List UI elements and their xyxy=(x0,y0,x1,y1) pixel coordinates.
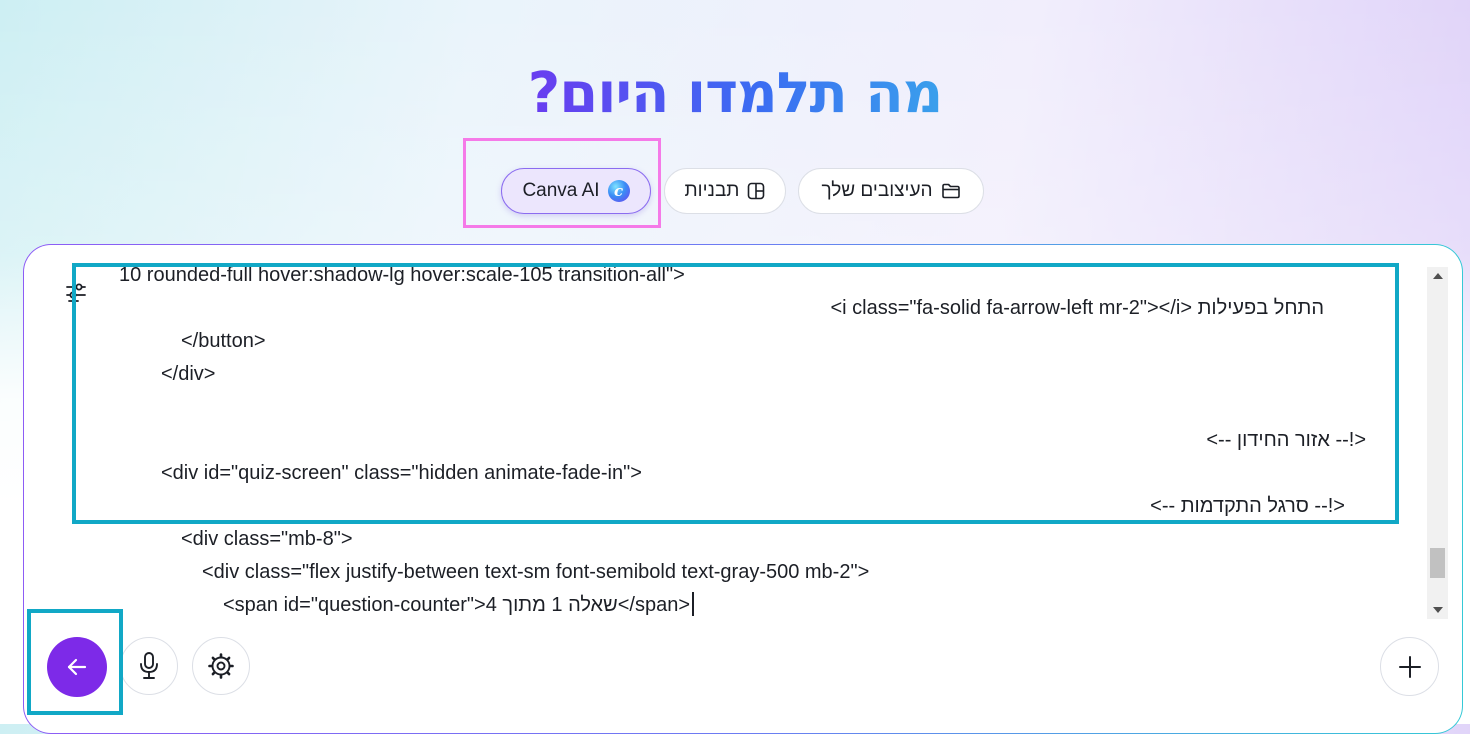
code-line: <!-- אזור החידון --> xyxy=(1206,429,1366,451)
scrollbar-thumb[interactable] xyxy=(1430,548,1445,579)
code-line: <!-- סרגל התקדמות --> xyxy=(1150,495,1345,517)
page-title-text: מה תלמדו היום? xyxy=(527,61,943,126)
code-line: התחל בפעילות <i class="fa-solid fa-arrow… xyxy=(830,297,1324,319)
tab-templates[interactable]: תבניות xyxy=(664,168,786,214)
gear-icon xyxy=(208,653,234,679)
prompt-text-area[interactable]: 10 rounded-full hover:shadow-lg hover:sc… xyxy=(24,245,1462,625)
text-caret xyxy=(692,592,694,616)
send-button[interactable] xyxy=(47,637,107,697)
arrow-left-icon xyxy=(67,658,87,676)
page-title: מה תלמדו היום? xyxy=(0,58,1470,130)
prompt-composer: 10 rounded-full hover:shadow-lg hover:sc… xyxy=(23,244,1463,734)
code-line: <div class="flex justify-between text-sm… xyxy=(202,561,870,583)
folder-icon xyxy=(941,183,960,199)
canva-ai-icon: c xyxy=(607,180,630,202)
microphone-icon xyxy=(140,652,158,679)
tab-your-designs-label: העיצובים שלך xyxy=(821,180,933,201)
code-line: 10 rounded-full hover:shadow-lg hover:sc… xyxy=(119,264,685,286)
sliders-icon[interactable] xyxy=(64,281,88,305)
code-line: </button> xyxy=(181,330,266,352)
add-button[interactable] xyxy=(1380,637,1439,696)
tab-templates-label: תבניות xyxy=(684,180,740,201)
templates-icon xyxy=(748,182,765,200)
code-line-text: <span id="question-counter">שאלה 1 מתוך … xyxy=(223,594,691,616)
composer-toolbar xyxy=(24,637,1462,701)
scroll-down-arrow-icon[interactable] xyxy=(1427,601,1448,619)
mode-tabs: Canva AI c תבניות העיצובים שלך xyxy=(0,168,1470,216)
microphone-button[interactable] xyxy=(120,637,178,695)
tab-your-designs[interactable]: העיצובים שלך xyxy=(798,168,984,214)
code-line: </div> xyxy=(161,363,216,385)
scroll-up-arrow-icon[interactable] xyxy=(1427,267,1448,285)
code-line: <div class="mb-8"> xyxy=(181,528,353,550)
tab-canva-ai-label: Canva AI xyxy=(522,180,600,201)
tab-canva-ai[interactable]: Canva AI c xyxy=(501,168,651,214)
code-line: <div id="quiz-screen" class="hidden anim… xyxy=(161,462,642,484)
vertical-scrollbar[interactable] xyxy=(1427,267,1448,619)
code-line: <span id="question-counter">שאלה 1 מתוך … xyxy=(223,592,694,618)
settings-button[interactable] xyxy=(192,637,250,695)
plus-icon xyxy=(1398,655,1421,678)
